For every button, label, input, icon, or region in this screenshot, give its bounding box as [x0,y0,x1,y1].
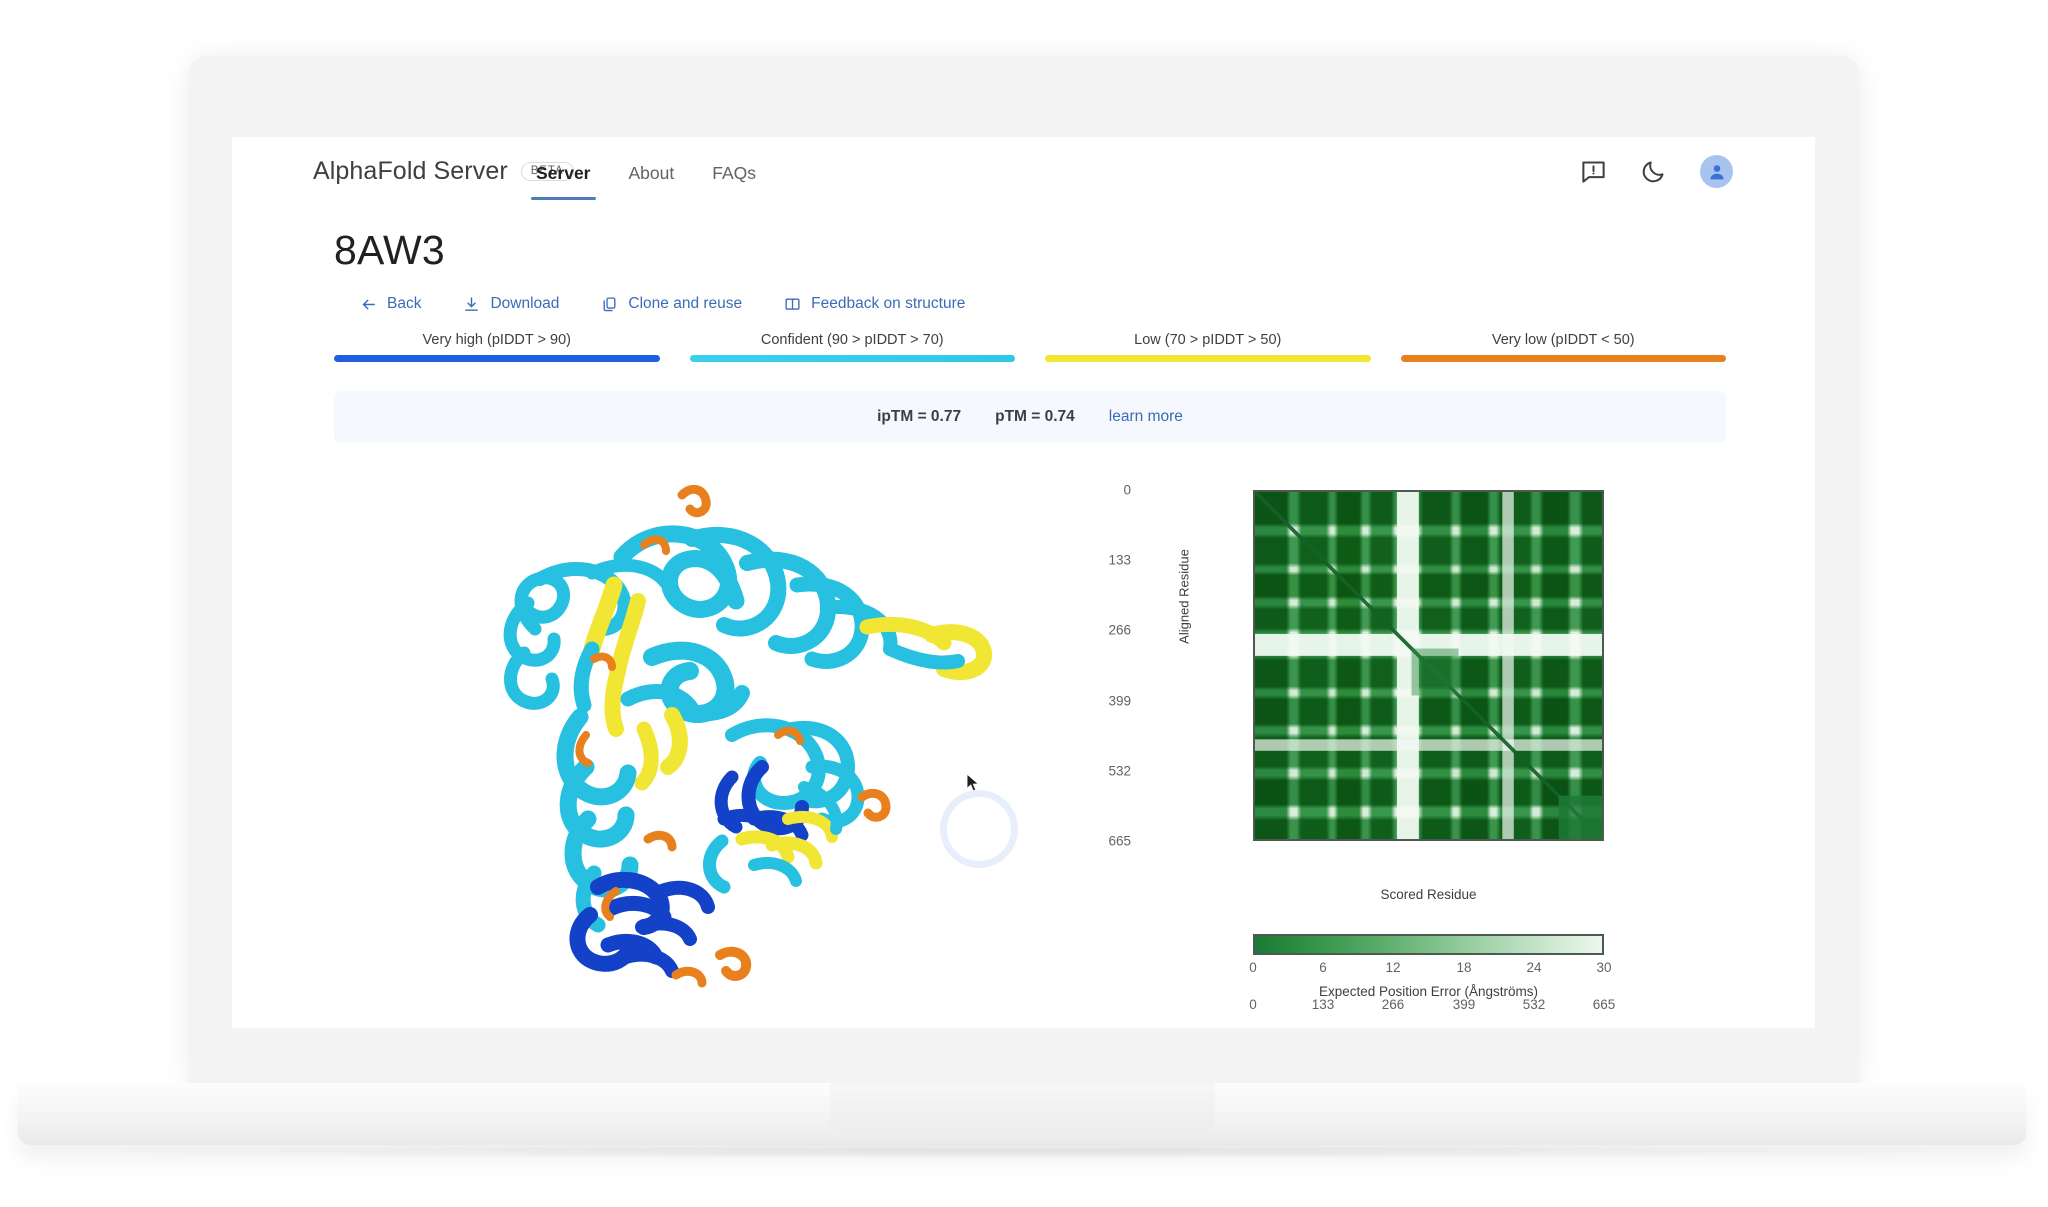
copy-icon [603,296,616,311]
pae-heatmap[interactable] [1253,490,1604,841]
tab-about[interactable]: About [623,159,681,200]
cbar-tick-24: 24 [1526,960,1542,975]
legend-item-very-low: Very low (pIDDT < 50) [1400,332,1726,362]
pae-x-axis-label: Scored Residue [1380,887,1477,902]
pae-colorbar-ticks: 0 6 12 18 24 30 [1249,960,1611,978]
feedback-icon [785,298,800,310]
iptm-value: ipTM = 0.77 [877,408,962,425]
page-title: 8AW3 [334,227,445,273]
legend-bar-confident [689,355,1015,362]
confidence-legend: Very high (pIDDT > 90) Confident (90 > p… [334,332,1726,362]
clone-and-reuse-button[interactable]: Clone and reuse [601,295,742,313]
pae-ytick-665: 665 [1108,833,1131,849]
learn-more-link[interactable]: learn more [1109,408,1183,426]
metrics-panel: ipTM = 0.77 pTM = 0.74 learn more [334,391,1726,443]
legend-label-confident: Confident (90 > pIDDT > 70) [760,332,944,348]
pae-ytick-399: 399 [1108,693,1131,709]
cbar-tick-30: 30 [1596,960,1612,975]
pae-ytick-532: 532 [1108,763,1131,779]
legend-bar-very-low [1400,355,1726,362]
app-header: AlphaFold Server BETA Server About FAQs [232,137,1815,211]
pae-ytick-133: 133 [1108,552,1131,568]
feedback-on-structure-button[interactable]: Feedback on structure [784,295,965,313]
download-icon [465,296,479,311]
legend-item-low: Low (70 > pIDDT > 50) [1045,332,1371,362]
pae-xtick-399: 399 [1452,997,1476,1012]
legend-item-very-high: Very high (pIDDT > 90) [334,332,660,362]
pae-panel: Aligned Residue 0 133 266 399 532 665 0 … [1108,467,1762,1013]
structure-viewer[interactable] [292,467,1052,997]
pae-y-axis-label: Aligned Residue [1176,549,1192,644]
pae-xtick-665: 665 [1592,997,1616,1012]
pae-xtick-532: 532 [1522,997,1546,1012]
clone-and-reuse-label: Clone and reuse [628,295,743,312]
download-button[interactable]: Download [463,295,559,313]
arrow-left-icon [362,299,375,309]
pae-xtick-133: 133 [1311,997,1335,1012]
legend-bar-low [1045,355,1371,362]
cbar-tick-12: 12 [1385,960,1401,975]
legend-label-very-low: Very low (pIDDT < 50) [1491,332,1635,348]
account-avatar[interactable] [1700,155,1733,188]
download-label: Download [490,295,560,312]
dark-mode-icon[interactable] [1640,158,1667,185]
feedback-icon[interactable] [1580,158,1607,185]
mouse-cursor [966,773,980,792]
legend-item-confident: Confident (90 > pIDDT > 70) [689,332,1015,362]
pae-xtick-266: 266 [1381,997,1405,1012]
brand-name: AlphaFold Server [313,157,508,185]
action-bar: Back Download Clone and reuse Feedback o… [360,295,965,313]
pae-heatmap-canvas [1255,492,1602,839]
tab-server[interactable]: Server [530,159,597,200]
header-icon-group [1580,155,1733,188]
tab-faqs[interactable]: FAQs [706,159,762,200]
protein-ribbon-render[interactable] [292,467,1052,997]
feedback-on-structure-label: Feedback on structure [811,295,966,312]
legend-label-very-high: Very high (pIDDT > 90) [422,332,571,348]
laptop-shadow [60,1143,1985,1159]
structure-loading-ring [940,790,1018,868]
cbar-tick-6: 6 [1319,960,1327,975]
browser-viewport: AlphaFold Server BETA Server About FAQs [232,137,1815,1028]
pae-xtick-0: 0 [1249,997,1257,1012]
screenshot-stage: AlphaFold Server BETA Server About FAQs [0,0,2048,1207]
pae-colorbar-label: Expected Position Error (Ångströms) [1318,984,1539,999]
laptop-base-notch [830,1083,1215,1130]
back-label: Back [387,295,422,312]
pae-ytick-266: 266 [1108,622,1131,638]
back-button[interactable]: Back [360,295,421,313]
legend-bar-very-high [334,355,660,362]
pae-ytick-0: 0 [1123,482,1131,498]
main-nav: Server About FAQs [530,159,762,200]
cbar-tick-18: 18 [1456,960,1472,975]
person-icon [1709,164,1724,179]
cbar-tick-0: 0 [1249,960,1257,975]
legend-label-low: Low (70 > pIDDT > 50) [1134,332,1282,348]
pae-colorbar [1253,934,1604,955]
ptm-value: pTM = 0.74 [995,408,1075,425]
